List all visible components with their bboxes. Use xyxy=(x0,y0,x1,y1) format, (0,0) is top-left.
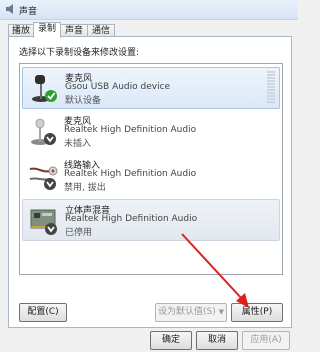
list-item-microphone-usb[interactable]: 麦克风 Gsou USB Audio device 默认设备 xyxy=(22,67,280,109)
speaker-icon xyxy=(6,4,13,14)
recording-panel: 选择以下录制设备来修改设置: 麦克风 Gsou USB Audio device… xyxy=(8,36,292,328)
device-status: 未插入 xyxy=(64,139,92,149)
down-arrow-badge xyxy=(44,133,56,145)
default-check-badge xyxy=(45,90,57,102)
ok-button[interactable]: 确定 xyxy=(150,331,192,350)
device-status: 默认设备 xyxy=(65,96,102,106)
title-bar: 声音 xyxy=(0,0,298,20)
level-meter xyxy=(267,71,275,105)
microphone-icon xyxy=(31,118,56,145)
instruction-text: 选择以下录制设备来修改设置: xyxy=(19,48,140,58)
cancel-button[interactable]: 取消 xyxy=(196,331,238,350)
list-item-line-in[interactable]: 线路输入 Realtek High Definition Audio 禁用, 拔… xyxy=(22,155,278,195)
device-description: Realtek High Definition Audio xyxy=(64,169,197,179)
set-default-button[interactable]: 设为默认值(S) ▼ xyxy=(155,303,227,322)
device-description: Gsou USB Audio device xyxy=(65,82,171,92)
device-description: Realtek High Definition Audio xyxy=(65,214,198,224)
configure-button[interactable]: 配置(C) xyxy=(19,303,67,322)
microphone-icon xyxy=(32,75,57,102)
device-description: Realtek High Definition Audio xyxy=(64,125,197,135)
line-in-icon xyxy=(29,166,58,190)
device-status: 已停用 xyxy=(65,228,93,238)
down-arrow-badge xyxy=(45,223,57,235)
tab-recording[interactable]: 录制 xyxy=(33,22,61,38)
device-list[interactable]: 麦克风 Gsou USB Audio device 默认设备 麦克风 Realt… xyxy=(19,63,283,275)
dropdown-arrow-icon: ▼ xyxy=(218,308,224,316)
list-item-microphone-realtek[interactable]: 麦克风 Realtek High Definition Audio 未插入 xyxy=(22,111,278,151)
properties-button[interactable]: 属性(P) xyxy=(231,303,283,322)
set-default-label: 设为默认值(S) xyxy=(157,307,216,317)
sound-card-icon xyxy=(30,209,57,235)
down-arrow-badge xyxy=(44,178,56,190)
list-item-stereo-mix[interactable]: 立体声混音 Realtek High Definition Audio 已停用 xyxy=(22,199,280,241)
device-status: 禁用, 拔出 xyxy=(64,183,106,193)
window-title: 声音 xyxy=(19,7,38,17)
apply-button[interactable]: 应用(A) xyxy=(242,331,290,350)
